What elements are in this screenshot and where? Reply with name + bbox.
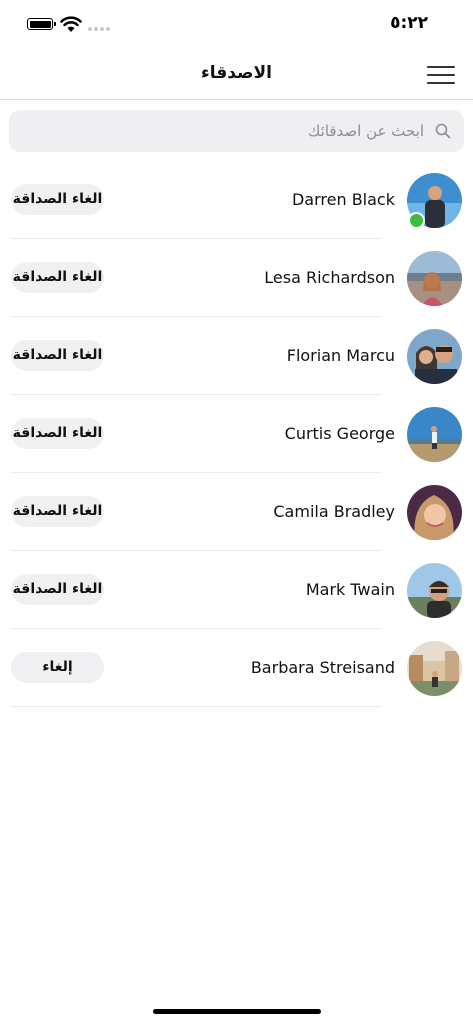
friend-row: Lesa Richardson الغاء الصداقة	[0, 239, 473, 317]
search-icon	[435, 123, 451, 139]
friend-row: Barbara Streisand إلغاء	[0, 629, 473, 707]
status-bar: ٥:٢٢	[0, 0, 473, 50]
unfriend-button[interactable]: الغاء الصداقة	[11, 184, 104, 215]
friend-name: Camila Bradley	[273, 502, 395, 521]
friend-name: Lesa Richardson	[264, 268, 395, 287]
avatar[interactable]	[407, 329, 462, 384]
friends-list: Darren Black الغاء الصداقة Lesa Richards…	[0, 161, 473, 707]
unfriend-button[interactable]: الغاء الصداقة	[11, 496, 104, 527]
friend-name: Florian Marcu	[286, 346, 395, 365]
unfriend-button[interactable]: الغاء الصداقة	[11, 340, 104, 371]
cancel-request-button[interactable]: إلغاء	[11, 652, 104, 683]
signal-strength-icon	[88, 27, 110, 31]
friend-row: Camila Bradley الغاء الصداقة	[0, 473, 473, 551]
avatar[interactable]	[407, 563, 462, 618]
online-status-indicator	[408, 212, 425, 229]
avatar[interactable]	[407, 485, 462, 540]
unfriend-button[interactable]: الغاء الصداقة	[11, 574, 104, 605]
avatar[interactable]	[407, 251, 462, 306]
friend-row: Florian Marcu الغاء الصداقة	[0, 317, 473, 395]
friend-name: Mark Twain	[305, 580, 395, 599]
search-input[interactable]	[34, 110, 424, 152]
unfriend-button[interactable]: الغاء الصداقة	[11, 418, 104, 449]
avatar[interactable]	[407, 641, 462, 696]
home-indicator[interactable]	[153, 1009, 321, 1014]
friend-row: Darren Black الغاء الصداقة	[0, 161, 473, 239]
hamburger-menu-icon[interactable]	[427, 66, 455, 84]
wifi-icon	[60, 16, 82, 32]
friend-name: Curtis George	[284, 424, 395, 443]
unfriend-button[interactable]: الغاء الصداقة	[11, 262, 104, 293]
avatar[interactable]	[407, 407, 462, 462]
battery-icon	[27, 18, 56, 30]
friend-name: Darren Black	[291, 190, 395, 209]
divider	[10, 706, 382, 707]
navigation-bar: الاصدقاء	[0, 50, 473, 100]
friend-row: Mark Twain الغاء الصداقة	[0, 551, 473, 629]
friend-name: Barbara Streisand	[250, 658, 395, 677]
page-title: الاصدقاء	[201, 63, 272, 83]
friend-row: Curtis George الغاء الصداقة	[0, 395, 473, 473]
search-bar	[9, 110, 464, 152]
status-time: ٥:٢٢	[390, 13, 428, 33]
